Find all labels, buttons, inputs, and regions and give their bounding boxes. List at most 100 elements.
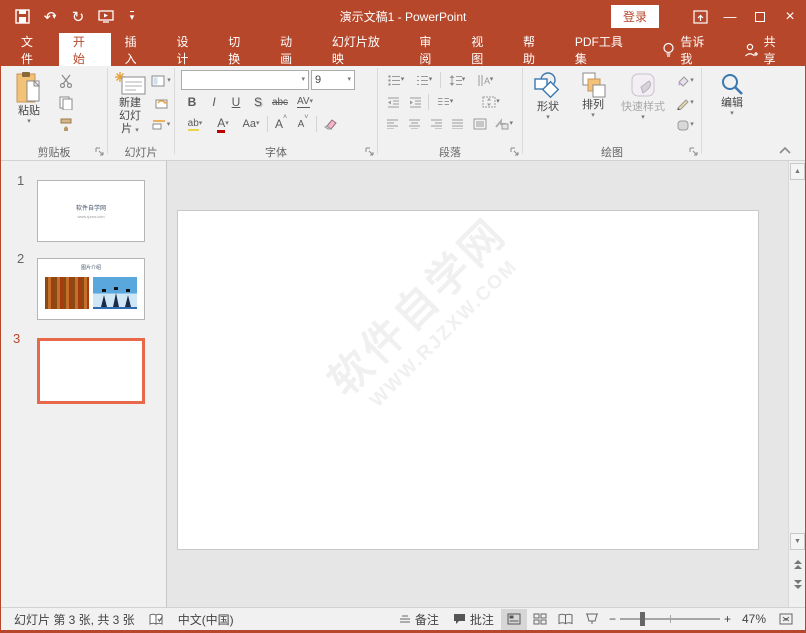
distribute-columns-button[interactable] bbox=[469, 114, 491, 134]
zoom-out-button[interactable]: − bbox=[609, 612, 616, 626]
slide-canvas[interactable]: 软件自学网 WWW.RJZXW.COM bbox=[178, 209, 758, 549]
ribbon-display-options-button[interactable] bbox=[685, 4, 715, 30]
quick-styles-button[interactable]: 快速样式 ▾ bbox=[615, 69, 671, 143]
zoom-slider[interactable] bbox=[619, 612, 720, 626]
font-dialog-launcher[interactable] bbox=[365, 147, 375, 157]
undo-button[interactable]: ↶ ▾ bbox=[37, 4, 63, 30]
align-center-button[interactable] bbox=[404, 114, 426, 134]
grow-font-button[interactable]: A ˄ bbox=[270, 114, 292, 134]
strikethrough-button[interactable]: abc bbox=[269, 92, 291, 112]
font-size-combobox[interactable]: 9 ▾ bbox=[311, 70, 355, 90]
start-slideshow-button[interactable] bbox=[93, 4, 119, 30]
editing-button[interactable]: 编辑 ▾ bbox=[707, 69, 757, 160]
font-color-button[interactable]: A ▾ bbox=[209, 114, 237, 134]
zoom-level[interactable]: 47% bbox=[735, 608, 773, 630]
slide-3-thumbnail-selected[interactable] bbox=[37, 338, 145, 404]
tab-slideshow[interactable]: 幻灯片放映 bbox=[318, 33, 406, 66]
tab-design[interactable]: 设计 bbox=[162, 33, 214, 66]
text-direction-button[interactable]: A ▾ bbox=[471, 70, 499, 90]
tab-file[interactable]: 文件 bbox=[7, 33, 59, 66]
shapes-button[interactable]: 形状 ▾ bbox=[525, 69, 571, 143]
zoom-slider-thumb[interactable] bbox=[639, 612, 645, 626]
shrink-font-button[interactable]: A ˅ bbox=[292, 114, 314, 134]
underline-button[interactable]: U bbox=[225, 92, 247, 112]
copy-button[interactable] bbox=[55, 93, 77, 113]
tab-transitions[interactable]: 切换 bbox=[214, 33, 266, 66]
slide-counter[interactable]: 幻灯片 第 3 张, 共 3 张 bbox=[7, 608, 142, 630]
sign-in-button[interactable]: 登录 bbox=[610, 5, 659, 28]
minimize-button[interactable]: — bbox=[715, 4, 745, 30]
save-button[interactable] bbox=[9, 4, 35, 30]
shape-outline-button[interactable]: ▾ bbox=[671, 93, 699, 113]
language-indicator[interactable]: 中文(中国) bbox=[171, 608, 241, 630]
slide-layout-button[interactable]: ▾ bbox=[150, 71, 172, 91]
bullets-button[interactable]: ▾ bbox=[382, 70, 410, 90]
character-spacing-button[interactable]: AV ▾ bbox=[291, 92, 319, 112]
arrange-button[interactable]: 排列 ▾ bbox=[571, 69, 615, 143]
share-button[interactable]: 共享 bbox=[730, 33, 801, 67]
font-name-combobox[interactable]: ▾ bbox=[181, 70, 309, 90]
slide-sorter-view-button[interactable] bbox=[527, 609, 553, 630]
justify-button[interactable] bbox=[447, 114, 469, 134]
slideshow-view-button[interactable] bbox=[579, 609, 605, 630]
undo-dropdown-icon[interactable]: ▾ bbox=[52, 12, 56, 21]
font-size-value: 9 bbox=[315, 74, 322, 86]
spellcheck-button[interactable] bbox=[142, 608, 171, 630]
convert-smartart-button[interactable]: ▾ bbox=[490, 114, 518, 134]
bold-button[interactable]: B bbox=[181, 92, 203, 112]
shape-effects-button[interactable]: ▾ bbox=[671, 115, 699, 135]
close-button[interactable]: × bbox=[775, 4, 805, 30]
tell-me-button[interactable]: 告诉我 bbox=[648, 33, 729, 67]
slide-2-thumbnail[interactable]: 图片介绍 bbox=[37, 258, 145, 320]
tab-home[interactable]: 开始 bbox=[58, 33, 111, 66]
clipboard-dialog-launcher[interactable] bbox=[95, 147, 105, 157]
italic-button[interactable]: I bbox=[203, 92, 225, 112]
line-spacing-button[interactable]: ▾ bbox=[443, 70, 471, 90]
increase-indent-button[interactable] bbox=[404, 92, 426, 112]
tab-insert[interactable]: 插入 bbox=[111, 33, 163, 66]
paste-dropdown-icon[interactable]: ▾ bbox=[27, 118, 31, 126]
paste-button[interactable]: 粘贴 ▾ bbox=[3, 69, 55, 143]
columns-button[interactable]: ▾ bbox=[431, 92, 459, 112]
reset-slide-button[interactable] bbox=[150, 93, 172, 113]
fit-to-window-button[interactable] bbox=[773, 609, 799, 630]
notes-button[interactable]: 备注 bbox=[392, 608, 446, 630]
slide-1-thumbnail[interactable]: 软件自学网 www.rjzxw.com bbox=[37, 180, 145, 242]
numbering-button[interactable]: ▾ bbox=[410, 70, 438, 90]
decrease-indent-button[interactable] bbox=[382, 92, 404, 112]
align-text-button[interactable]: ▾ bbox=[477, 92, 505, 112]
paragraph-dialog-launcher[interactable] bbox=[510, 147, 520, 157]
font-size-dropdown-icon[interactable]: ▾ bbox=[347, 76, 351, 84]
next-slide-button[interactable] bbox=[790, 577, 805, 593]
text-shadow-button[interactable]: S bbox=[247, 92, 269, 112]
collapse-ribbon-button[interactable] bbox=[779, 146, 791, 154]
clear-formatting-button[interactable] bbox=[319, 114, 341, 134]
vertical-scrollbar[interactable]: ▲ ▼ bbox=[788, 161, 805, 607]
tab-view[interactable]: 视图 bbox=[457, 33, 509, 66]
shape-fill-button[interactable]: ▾ bbox=[671, 71, 699, 91]
comments-button[interactable]: 批注 bbox=[446, 608, 501, 630]
section-button[interactable]: ▾ bbox=[150, 115, 172, 135]
customize-qat-button[interactable]: ▾ bbox=[121, 4, 147, 30]
align-left-button[interactable] bbox=[382, 114, 404, 134]
zoom-in-button[interactable]: + bbox=[724, 612, 731, 626]
tab-review[interactable]: 审阅 bbox=[405, 33, 457, 66]
change-case-button[interactable]: Aa ▾ bbox=[237, 114, 265, 134]
maximize-button[interactable] bbox=[745, 4, 775, 30]
new-slide-button[interactable]: 新建 幻灯片 ▾ bbox=[110, 69, 150, 143]
redo-button[interactable]: ↻ bbox=[65, 4, 91, 30]
reading-view-button[interactable] bbox=[553, 609, 579, 630]
format-painter-button[interactable] bbox=[55, 115, 77, 135]
cut-button[interactable] bbox=[55, 71, 77, 91]
align-right-button[interactable] bbox=[425, 114, 447, 134]
normal-view-button[interactable] bbox=[500, 608, 527, 630]
highlight-button[interactable]: ab ▾ bbox=[181, 114, 209, 134]
font-name-dropdown-icon[interactable]: ▾ bbox=[301, 76, 305, 84]
drawing-dialog-launcher[interactable] bbox=[689, 147, 699, 157]
scroll-up-button[interactable]: ▲ bbox=[790, 163, 805, 180]
previous-slide-button[interactable] bbox=[790, 557, 805, 573]
tab-animations[interactable]: 动画 bbox=[266, 33, 318, 66]
tab-pdf-tools[interactable]: PDF工具集 bbox=[561, 33, 649, 66]
tab-help[interactable]: 帮助 bbox=[509, 33, 561, 66]
scroll-down-button[interactable]: ▼ bbox=[790, 533, 805, 550]
